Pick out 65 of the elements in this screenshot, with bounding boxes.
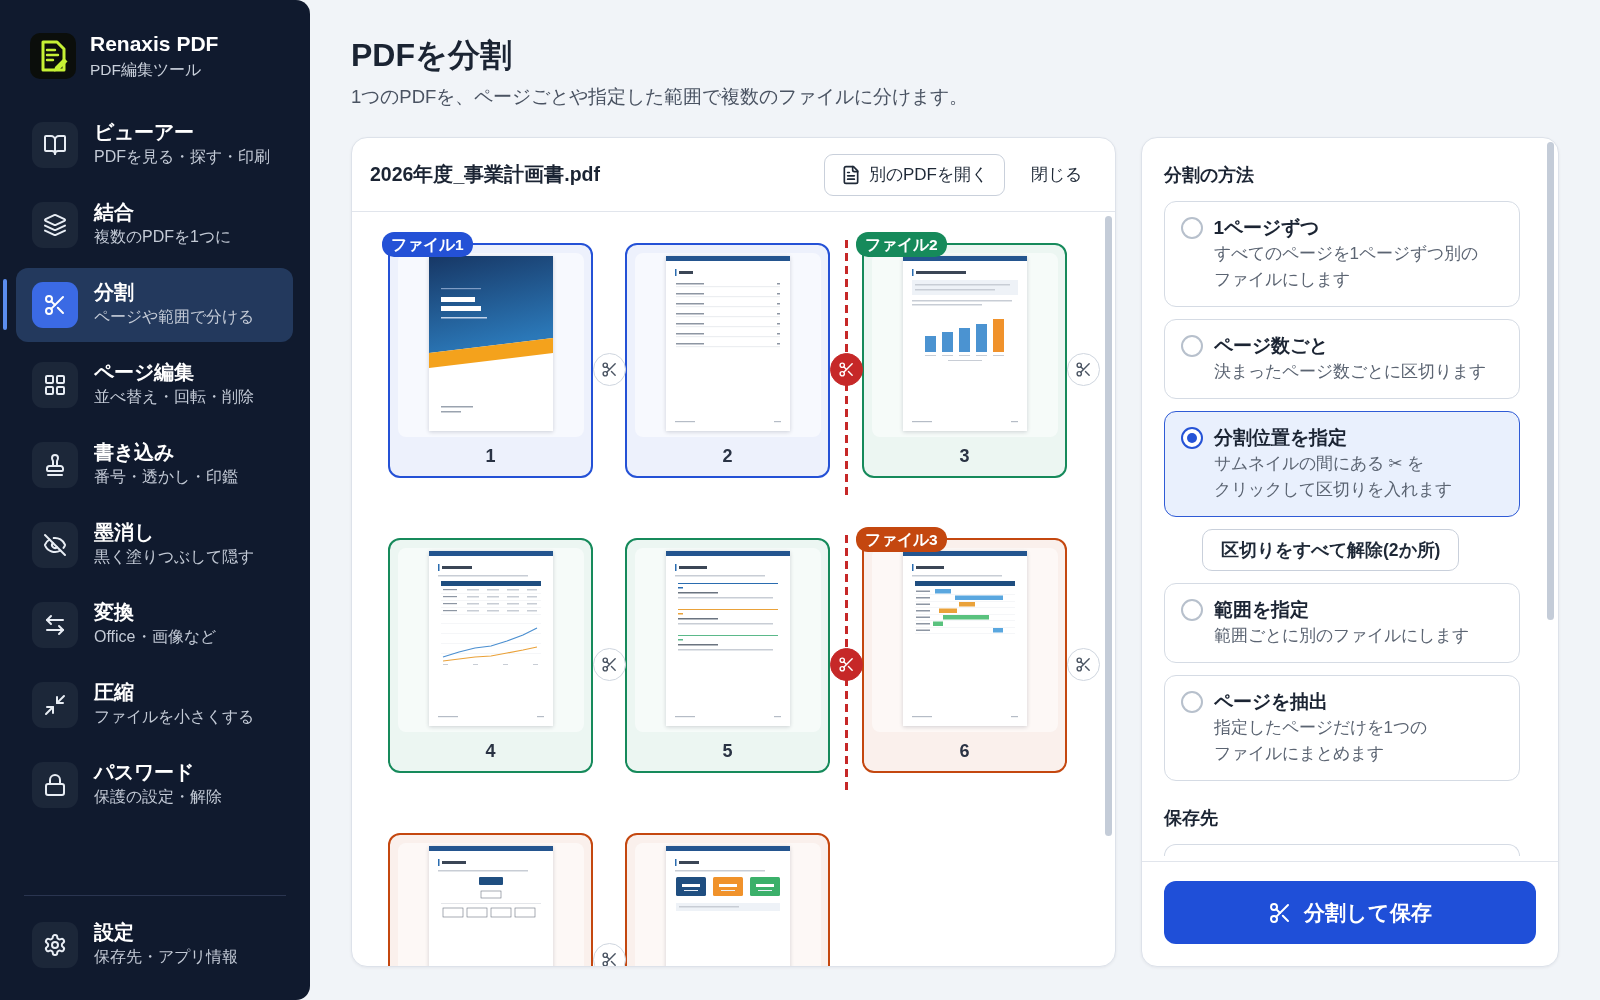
sidebar-item[interactable]: 書き込み 番号・透かし・印鑑 [16, 428, 293, 502]
scissors-icon [600, 951, 618, 966]
scissors-icon [1268, 900, 1292, 925]
radio-button[interactable] [1181, 691, 1203, 713]
open-pdf-button[interactable]: 別のPDFを開く [824, 153, 1005, 196]
split-method-option[interactable]: ページ数ごと 決まったページ数ごとに区切ります [1164, 319, 1520, 399]
shrink-arrows-icon [32, 682, 78, 728]
file-badge: ファイル2 [856, 232, 947, 257]
radio-button[interactable] [1181, 217, 1203, 239]
scissors-icon [1074, 361, 1092, 378]
sidebar-item[interactable]: 結合 複数のPDFを1つに [16, 188, 293, 262]
lock-icon [32, 762, 78, 808]
sidebar-item[interactable]: 圧縮 ファイルを小さくする [16, 668, 293, 742]
sidebar-item[interactable]: 墨消し 黒く塗りつぶして隠す [16, 508, 293, 582]
page-description: 1つのPDFを、ページごとや指定した範囲で複数のファイルに分けます。 [351, 85, 969, 109]
radio-button[interactable] [1181, 427, 1203, 449]
sidebar-item[interactable]: 設定 保存先・アプリ情報 [16, 908, 293, 982]
file-badge: ファイル1 [382, 232, 473, 257]
section-heading: 保存先 [1164, 807, 1218, 830]
scissors-icon [32, 282, 78, 328]
scrollbar[interactable] [1105, 216, 1112, 836]
page-number: 1 [485, 444, 496, 467]
app-tagline: PDF編集ツール [90, 60, 201, 80]
scissors-icon [600, 361, 618, 378]
selection-indicator [3, 279, 7, 330]
file-name: 2026年度_事業計画書.pdf [370, 162, 600, 187]
clear-splits-button[interactable]: 区切りをすべて解除(2か所) [1202, 529, 1460, 571]
sidebar-item[interactable]: ページ編集 並べ替え・回転・削除 [16, 348, 293, 422]
section-heading: 分割の方法 [1164, 164, 1254, 187]
split-toggle-button[interactable] [829, 353, 863, 386]
sidebar-item[interactable]: 分割 ページや範囲で分ける [16, 268, 293, 342]
app-name: Renaxis PDF [90, 31, 219, 57]
sidebar-item[interactable]: 変換 Office・画像など [16, 588, 293, 662]
sidebar-item[interactable]: パスワード 保護の設定・解除 [16, 748, 293, 822]
file-badge: ファイル3 [856, 527, 947, 552]
split-method-option[interactable]: 分割位置を指定 サムネイルの間にある ✂ をクリックして区切りを入れます [1164, 411, 1520, 517]
page-number: 6 [959, 739, 970, 762]
close-button[interactable]: 閉じる [1031, 153, 1082, 196]
scissors-icon [837, 361, 855, 378]
grid-icon [32, 362, 78, 408]
left-right-arrows-icon [32, 602, 78, 648]
split-method-option[interactable]: 範囲を指定 範囲ごとに別のファイルにします [1164, 583, 1520, 663]
settings-icon [32, 922, 78, 968]
logo-icon [30, 33, 76, 79]
split-method-option[interactable]: ページを抽出 指定したページだけを1つのファイルにまとめます [1164, 675, 1520, 781]
page-title: PDFを分割 [351, 36, 512, 75]
book-icon [32, 122, 78, 168]
split-method-option[interactable]: 1ページずつ すべてのページを1ページずつ別のファイルにします [1164, 201, 1520, 307]
page-number: 3 [959, 444, 970, 467]
stamp-icon [32, 442, 78, 488]
document-icon [841, 164, 861, 185]
split-toggle-button[interactable] [829, 648, 863, 681]
eye-off-icon [32, 522, 78, 568]
scissors-icon [837, 656, 855, 673]
page-number: 2 [722, 444, 733, 467]
radio-button[interactable] [1181, 599, 1203, 621]
split-save-button[interactable]: 分割して保存 [1164, 881, 1536, 944]
scrollbar[interactable] [1547, 142, 1554, 620]
page-number: 5 [722, 739, 733, 762]
page-number: 4 [485, 739, 496, 762]
scissors-icon [600, 656, 618, 673]
sidebar-item[interactable]: ビューアー PDFを見る・探す・印刷 [16, 108, 293, 182]
layers-icon [32, 202, 78, 248]
scissors-icon [1074, 656, 1092, 673]
radio-button[interactable] [1181, 335, 1203, 357]
